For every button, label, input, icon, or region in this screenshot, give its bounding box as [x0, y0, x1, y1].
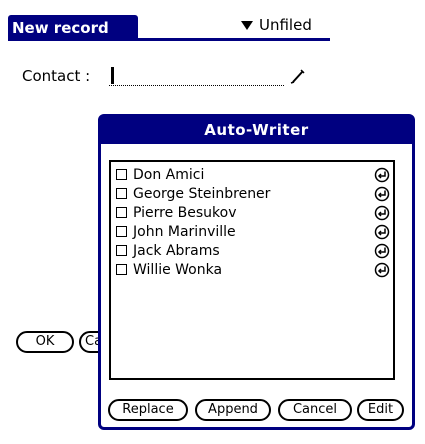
- list-item[interactable]: George Steinbrener: [116, 184, 390, 203]
- insert-arrow-icon[interactable]: [374, 224, 390, 240]
- text-caret: [111, 67, 114, 84]
- insert-arrow-icon[interactable]: [374, 243, 390, 259]
- contact-field[interactable]: [109, 66, 284, 86]
- list-item[interactable]: Willie Wonka: [116, 260, 390, 279]
- insert-arrow-icon[interactable]: [374, 186, 390, 202]
- list-item[interactable]: Don Amici: [116, 165, 390, 184]
- checkbox[interactable]: [116, 245, 127, 256]
- pencil-icon[interactable]: [290, 68, 306, 84]
- triangle-down-icon: [241, 20, 253, 30]
- checkbox[interactable]: [116, 226, 127, 237]
- edit-button[interactable]: Edit: [357, 399, 404, 421]
- checkbox[interactable]: [116, 207, 127, 218]
- list-item[interactable]: Jack Abrams: [116, 241, 390, 260]
- replace-button[interactable]: Replace: [108, 399, 188, 421]
- list-item[interactable]: John Marinville: [116, 222, 390, 241]
- cancel-button[interactable]: Cancel: [278, 399, 352, 421]
- insert-arrow-icon[interactable]: [374, 167, 390, 183]
- checkbox[interactable]: [116, 264, 127, 275]
- list-item-label: Jack Abrams: [133, 242, 220, 259]
- list-item-label: Willie Wonka: [133, 261, 223, 278]
- title-rule: [8, 38, 330, 41]
- list-item-label: Pierre Besukov: [133, 204, 237, 221]
- dialog-title: Auto-Writer: [101, 117, 412, 144]
- insert-arrow-icon[interactable]: [374, 262, 390, 278]
- list-item[interactable]: Pierre Besukov: [116, 203, 390, 222]
- checkbox[interactable]: [116, 188, 127, 199]
- append-button[interactable]: Append: [195, 399, 271, 421]
- contact-list[interactable]: Don Amici George Steinbrener Pierre Besu…: [109, 160, 395, 380]
- contact-label: Contact :: [22, 67, 91, 85]
- ok-button[interactable]: OK: [16, 331, 74, 353]
- list-item-label: George Steinbrener: [133, 185, 271, 202]
- checkbox[interactable]: [116, 169, 127, 180]
- category-label: Unfiled: [259, 16, 312, 34]
- insert-arrow-icon[interactable]: [374, 205, 390, 221]
- list-item-label: Don Amici: [133, 166, 205, 183]
- list-item-label: John Marinville: [133, 223, 236, 240]
- category-dropdown[interactable]: Unfiled: [241, 15, 312, 35]
- auto-writer-dialog: Auto-Writer Don Amici George Steinbrener…: [98, 114, 415, 430]
